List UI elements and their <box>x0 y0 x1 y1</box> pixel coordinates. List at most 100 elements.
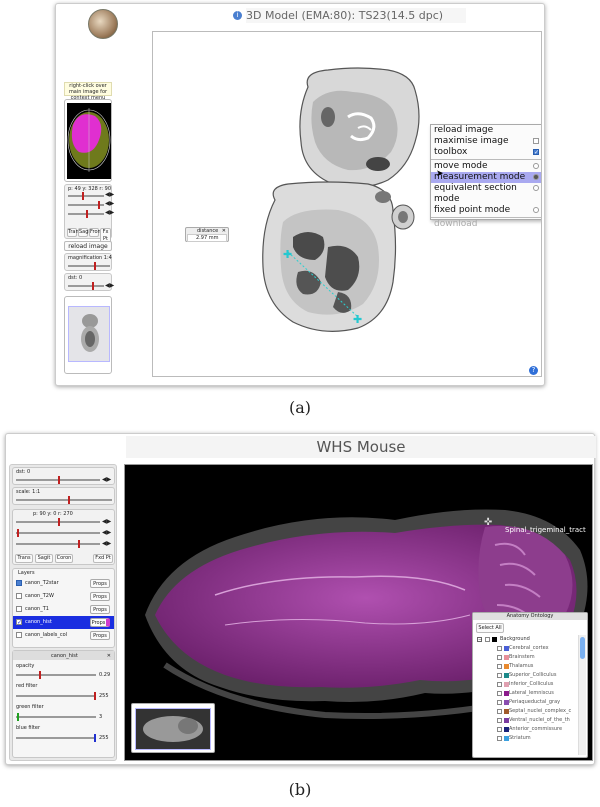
scale-label: scale: 1:1 <box>16 489 41 495</box>
trans-button[interactable]: Trans <box>15 554 33 563</box>
dst-label: dst: 0 <box>16 469 31 475</box>
ontology-item-row[interactable]: Periaqueductal_gray <box>475 698 577 707</box>
roll-slider[interactable] <box>16 540 100 548</box>
pitch-slider[interactable] <box>16 518 100 526</box>
select-all-button[interactable]: Select All <box>476 623 504 633</box>
ontology-item-row[interactable]: Lateral_lemniscus <box>475 689 577 698</box>
ontology-item-row[interactable]: Superior_Colliculus <box>475 671 577 680</box>
ontology-checkbox[interactable] <box>497 682 502 687</box>
color-swatch <box>492 637 497 642</box>
ontology-checkbox[interactable] <box>497 736 502 741</box>
info-icon[interactable]: i <box>233 11 242 20</box>
ontology-item-row[interactable]: Anterior_commissure <box>475 725 577 734</box>
ontology-checkbox[interactable] <box>497 691 502 696</box>
ontology-item-row[interactable]: Septal_nuclei_complex_c <box>475 707 577 716</box>
props-button[interactable]: Props <box>90 605 110 614</box>
layer-row[interactable]: canon_labels_col Props <box>13 629 114 642</box>
menu-move-mode[interactable]: move mode <box>431 161 541 172</box>
blue-filter-value: 255 <box>99 735 109 741</box>
ontology-checkbox[interactable] <box>497 718 502 723</box>
ontology-checkbox[interactable] <box>497 664 502 669</box>
ontology-item-row[interactable]: Brainstem <box>475 653 577 662</box>
ontology-checkbox[interactable] <box>497 646 502 651</box>
layer-row-selected[interactable]: ✓ canon_hist Props <box>13 616 114 629</box>
measure-point-start-icon: ✚ <box>283 248 292 261</box>
green-filter-label: green filter <box>16 704 44 710</box>
ontology-checkbox[interactable] <box>497 709 502 714</box>
scale-slider[interactable] <box>16 496 112 504</box>
layers-title: Layers <box>18 570 35 576</box>
sagit-button[interactable]: Sagit <box>35 554 53 563</box>
close-icon[interactable]: ✕ <box>107 653 111 659</box>
color-swatch <box>504 709 509 714</box>
menu-equivalent-section-mode[interactable]: equivalent section mode <box>431 183 541 205</box>
props-button[interactable]: Props <box>90 631 110 640</box>
green-filter-slider[interactable] <box>16 713 96 721</box>
reload-image-button[interactable]: reload image <box>64 241 112 251</box>
ontology-checkbox[interactable] <box>497 700 502 705</box>
layer-row[interactable]: canon_T2W Props <box>13 590 114 603</box>
dst-arrows[interactable]: ◀▶ <box>102 476 111 483</box>
dst-slider[interactable] <box>68 282 104 290</box>
fixed-point-button[interactable]: Fxd Pt <box>93 554 113 563</box>
props-button[interactable]: Props <box>90 592 110 601</box>
ontology-item-label: Cerebral_cortex <box>509 645 549 651</box>
color-swatch <box>504 736 509 741</box>
layer-checkbox <box>16 580 22 586</box>
dst-arrows[interactable]: ◀▶ <box>105 282 114 289</box>
main-image-viewport[interactable]: ✚ ✚ distance ✕ 2.97 mm reload image maxi… <box>152 31 542 377</box>
ontology-item-row[interactable]: Striatum <box>475 734 577 743</box>
ontology-item-label: Lateral_lemniscus <box>509 690 554 696</box>
help-icon[interactable]: ? <box>529 366 538 375</box>
magnification-slider[interactable] <box>68 262 110 270</box>
menu-measurement-mode[interactable]: measurement mode <box>431 172 541 183</box>
collapse-icon[interactable]: − <box>477 637 482 643</box>
layer-row[interactable]: canon_T1 Props <box>13 603 114 616</box>
ontology-item-row[interactable]: Cerebral_cortex <box>475 644 577 653</box>
navigator-thumbnail[interactable] <box>131 703 215 753</box>
props-button[interactable]: Props <box>90 579 110 588</box>
blue-filter-slider[interactable] <box>16 734 96 742</box>
pitch-slider[interactable] <box>68 192 104 200</box>
red-filter-slider[interactable] <box>16 692 96 700</box>
scale-panel: scale: 1:1 <box>12 487 115 505</box>
menu-reload-image[interactable]: reload image <box>431 125 541 136</box>
dst-slider[interactable] <box>16 476 100 484</box>
ontology-root-row[interactable]: − Background <box>475 635 577 644</box>
coron-button[interactable]: Coron <box>55 554 73 563</box>
ontology-checkbox[interactable] <box>497 655 502 660</box>
pitch-arrows[interactable]: ◀▶ <box>105 191 114 198</box>
ontology-item-row[interactable]: Thalamus <box>475 662 577 671</box>
menu-fixed-point-mode[interactable]: fixed point mode <box>431 205 541 216</box>
layer-row[interactable]: canon_T2star Props <box>13 577 114 590</box>
yaw-arrows[interactable]: ◀▶ <box>105 200 114 207</box>
yaw-slider[interactable] <box>68 201 104 209</box>
layers-panel: Layers canon_T2star Props canon_T2W Props … <box>12 568 115 648</box>
ontology-title: Anatomy Ontology <box>473 613 587 620</box>
thumbnail-3d-view[interactable] <box>64 99 112 182</box>
menu-toolbox[interactable]: toolbox ✓ <box>431 147 541 158</box>
opacity-slider[interactable] <box>16 671 96 679</box>
roll-arrows[interactable]: ◀▶ <box>105 209 114 216</box>
roll-arrows[interactable]: ◀▶ <box>102 540 111 547</box>
menu-divider <box>431 217 541 218</box>
yaw-slider[interactable] <box>16 529 100 537</box>
yaw-arrows[interactable]: ◀▶ <box>102 529 111 536</box>
pitch-arrows[interactable]: ◀▶ <box>102 518 111 525</box>
ontology-item-row[interactable]: Ventral_nuclei_of_the_th <box>475 716 577 725</box>
main-image-viewport[interactable]: ✜ Spinal_trigeminal_tract Anatomy Ontolo… <box>124 464 593 761</box>
front-button[interactable]: Front <box>89 228 103 237</box>
layer-properties-panel: canon_hist ✕ opacity 0.29 red filter 255… <box>12 650 115 758</box>
roll-slider[interactable] <box>68 210 104 218</box>
panel-b-window: WHS Mouse dst: 0 ◀▶ scale: 1:1 p: 90 y: … <box>5 433 596 765</box>
ontology-checkbox[interactable] <box>497 727 502 732</box>
menu-maximise-image[interactable]: maximise image <box>431 136 541 147</box>
ontology-checkbox[interactable] <box>497 673 502 678</box>
sagit-button[interactable]: Sagit <box>78 228 92 237</box>
ontology-scrollbar[interactable] <box>578 635 586 755</box>
navigator-thumbnail[interactable] <box>64 296 112 374</box>
trans-button[interactable]: Trans <box>67 228 81 237</box>
props-button[interactable]: Props <box>90 618 110 627</box>
ontology-item-row[interactable]: Inferior_Colliculus <box>475 680 577 689</box>
logo-icon <box>88 9 118 39</box>
